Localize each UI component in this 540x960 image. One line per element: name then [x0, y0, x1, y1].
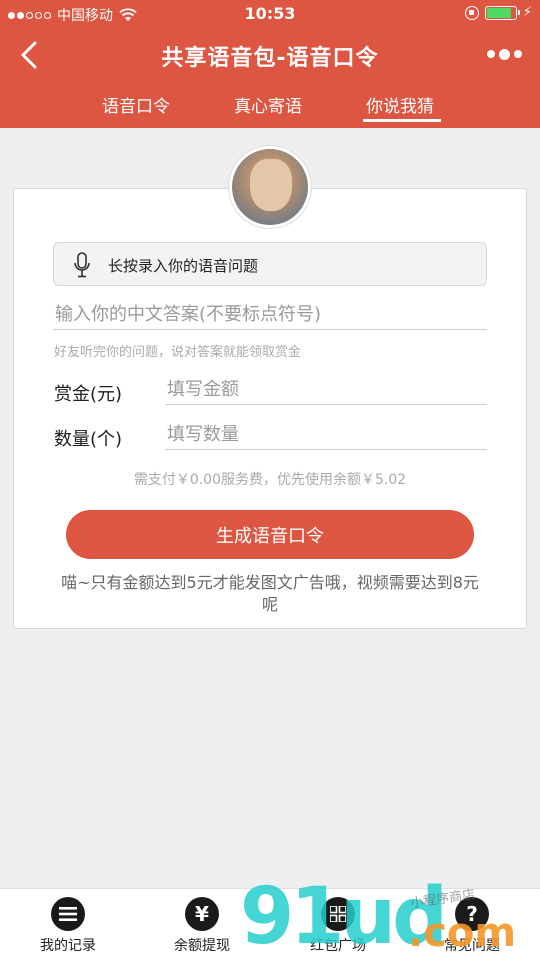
grid-icon — [321, 897, 355, 931]
fee-note: 需支付￥0.00服务费，优先使用余额￥5.02 — [133, 472, 407, 488]
yen-icon: ¥ — [185, 897, 219, 931]
tab-bar: 语音口令 真心寄语 你说我猜 — [0, 88, 540, 128]
nav-label: 余额提现 — [174, 938, 230, 954]
ad-notice: 喵~只有金额达到5元才能发图文广告哦，视频需要达到8元呢 — [61, 573, 479, 614]
app-header: 共享语音包-语音口令 语音口令 真心寄语 你说我猜 — [0, 28, 540, 128]
status-bar: 中国移动 10:53 ⚡ — [0, 0, 540, 28]
record-voice-label: 长按录入你的语音问题 — [108, 257, 259, 275]
rotation-lock-icon — [464, 5, 479, 20]
charging-icon: ⚡ — [522, 5, 532, 20]
reward-label: 赏金(元) — [54, 384, 123, 405]
record-voice-button[interactable]: 长按录入你的语音问题 — [53, 242, 487, 286]
nav-withdraw[interactable]: ¥ 余额提现 — [147, 897, 257, 955]
more-menu-button[interactable] — [487, 46, 522, 62]
answer-hint: 好友听完你的问题，说对答案就能领取赏金 — [54, 345, 302, 360]
quantity-input[interactable] — [165, 420, 487, 450]
nav-label: 常见问题 — [444, 938, 500, 954]
nav-red-packet-square[interactable]: 红包广场 — [283, 897, 393, 955]
tab-guess-game[interactable]: 你说我猜 — [366, 92, 434, 117]
reward-amount-input[interactable] — [165, 375, 487, 405]
battery-icon — [484, 5, 520, 20]
tab-voice-password[interactable]: 语音口令 — [102, 92, 170, 117]
nav-label: 我的记录 — [40, 938, 96, 954]
list-icon — [51, 897, 85, 931]
active-tab-indicator — [363, 119, 441, 122]
nav-label: 红包广场 — [310, 938, 366, 954]
question-icon: ? — [455, 897, 489, 931]
nav-my-records[interactable]: 我的记录 — [13, 897, 123, 955]
clock: 10:53 — [244, 4, 296, 23]
page-title: 共享语音包-语音口令 — [161, 46, 379, 71]
nav-faq[interactable]: ? 常见问题 — [417, 897, 527, 955]
bottom-nav: 我的记录 ¥ 余额提现 红包广场 ? 常见问题 — [0, 888, 540, 960]
tab-sincere-message[interactable]: 真心寄语 — [234, 92, 302, 117]
status-right: ⚡ — [464, 5, 532, 20]
answer-input[interactable] — [53, 300, 487, 330]
quantity-label: 数量(个) — [54, 429, 123, 450]
avatar-image — [232, 149, 308, 225]
generate-voice-password-button[interactable]: 生成语音口令 — [66, 510, 474, 559]
microphone-icon — [74, 252, 90, 278]
avatar — [228, 145, 312, 229]
